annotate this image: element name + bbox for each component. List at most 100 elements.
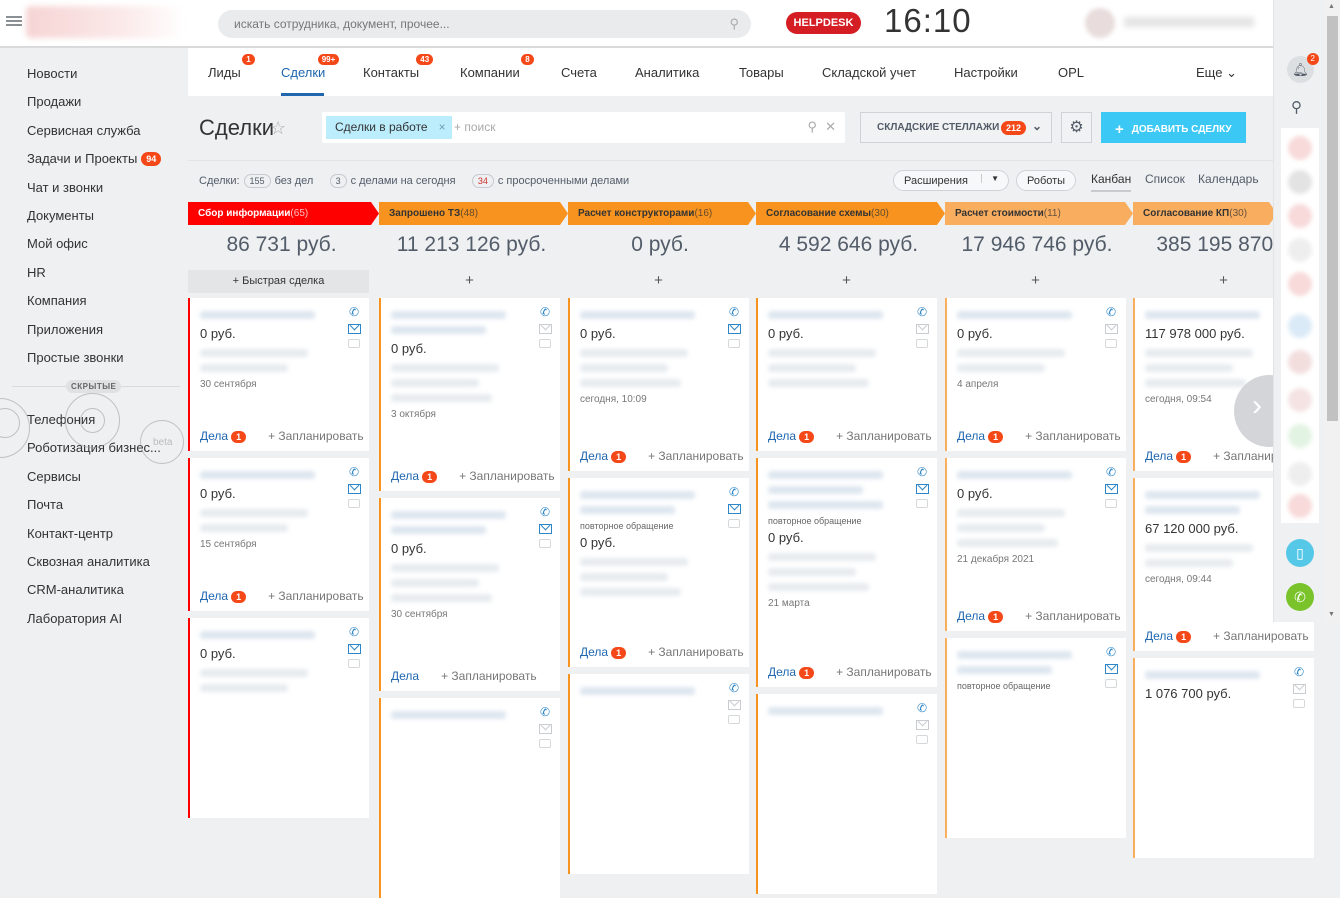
mail-icon[interactable] — [727, 700, 741, 710]
deal-card[interactable]: 0 руб. 4 апреля ✆ Дела 1 + Запланировать — [945, 298, 1126, 451]
chat-icon[interactable] — [728, 715, 740, 724]
card-title-blurred[interactable] — [1145, 491, 1260, 499]
card-title-blurred[interactable] — [957, 311, 1072, 319]
filter-search-input[interactable]: Сделки в работе × + поиск ⚲ ✕ — [322, 112, 845, 143]
card-title-blurred[interactable] — [391, 311, 506, 319]
mail-icon[interactable] — [538, 724, 552, 734]
quick-deal-button[interactable]: + — [756, 270, 937, 293]
phone-icon[interactable]: ✆ — [349, 466, 359, 479]
plan-activity-link[interactable]: + Запланировать — [1025, 429, 1121, 443]
chat-icon[interactable] — [916, 339, 928, 348]
star-icon[interactable]: ☆ — [270, 118, 286, 139]
sidebar-item[interactable]: CRM-аналитика — [27, 582, 124, 597]
sidebar-item[interactable]: Новости — [27, 66, 77, 81]
deal-card[interactable]: повторное обращение 0 руб. ✆ Дела 1 + Заплани… — [568, 478, 749, 667]
activities-link[interactable]: Дела — [391, 669, 419, 683]
activities-link[interactable]: Дела — [768, 665, 796, 679]
tab-4[interactable]: Счета — [561, 65, 597, 80]
chat-avatar[interactable] — [1288, 388, 1312, 412]
card-title-blurred[interactable] — [957, 651, 1072, 659]
chat-avatar[interactable] — [1288, 170, 1312, 194]
add-deal-button[interactable]: + ДОБАВИТЬ СДЕЛКУ — [1101, 112, 1246, 143]
tab-3[interactable]: Компании 8 — [460, 54, 534, 80]
plan-activity-link[interactable]: + Запланировать — [1025, 609, 1121, 623]
chat-icon[interactable] — [1105, 339, 1117, 348]
user-name[interactable] — [1124, 17, 1254, 27]
phone-icon[interactable]: ✆ — [1106, 306, 1116, 319]
activities-link[interactable]: Дела — [957, 429, 985, 443]
card-title-blurred[interactable] — [391, 711, 506, 719]
plan-activity-link[interactable]: + Запланировать — [459, 469, 555, 483]
chat-icon[interactable] — [1105, 679, 1117, 688]
activities-link[interactable]: Дела — [1145, 449, 1173, 463]
sidebar-item[interactable]: Почта — [27, 497, 63, 512]
sidebar-item[interactable]: Лаборатория AI — [27, 611, 122, 626]
sidebar-item[interactable]: Сервисная служба — [27, 123, 141, 138]
sidebar-item[interactable]: Мой офис — [27, 236, 88, 251]
close-icon[interactable]: × — [439, 120, 446, 134]
chat-icon[interactable] — [348, 339, 360, 348]
mail-icon[interactable] — [538, 324, 552, 334]
phone-icon[interactable]: ✆ — [540, 506, 550, 519]
card-title-blurred[interactable] — [768, 501, 883, 509]
extensions-button[interactable]: Расширения ▼ — [893, 170, 1009, 191]
sidebar-item[interactable]: HR — [27, 265, 46, 280]
mail-icon[interactable] — [915, 720, 929, 730]
phone-icon[interactable]: ✆ — [349, 306, 359, 319]
mail-icon[interactable] — [915, 324, 929, 334]
phone-icon[interactable]: ✆ — [1106, 466, 1116, 479]
mail-icon[interactable] — [347, 324, 361, 334]
view-kanban[interactable]: Канбан — [1091, 172, 1132, 192]
activities-link[interactable]: Дела — [957, 609, 985, 623]
sidebar-item[interactable]: Простые звонки — [27, 350, 124, 365]
card-title-blurred[interactable] — [768, 471, 883, 479]
chat-avatar[interactable] — [1288, 136, 1312, 160]
deal-card[interactable]: 0 руб. ✆ Дела 1 + Запланировать — [756, 298, 937, 451]
mail-icon[interactable] — [727, 324, 741, 334]
phone-icon[interactable]: ✆ — [540, 306, 550, 319]
mail-icon[interactable] — [1292, 684, 1306, 694]
stage-header[interactable]: Расчет стоимости(11) — [945, 202, 1133, 225]
mobile-app-button[interactable]: ▯ — [1286, 539, 1314, 567]
chat-icon[interactable] — [348, 499, 360, 508]
chat-avatar[interactable] — [1288, 462, 1312, 486]
phone-icon[interactable]: ✆ — [917, 306, 927, 319]
phone-icon[interactable]: ✆ — [729, 306, 739, 319]
mail-icon[interactable] — [347, 644, 361, 654]
search-icon[interactable]: ⚲ — [1291, 98, 1302, 116]
tab-2[interactable]: Контакты 43 — [363, 54, 434, 80]
stage-header[interactable]: Расчет конструкторами(16) — [568, 202, 756, 225]
robots-button[interactable]: Роботы — [1016, 170, 1077, 191]
chat-icon[interactable] — [916, 499, 928, 508]
card-title-blurred[interactable] — [200, 631, 315, 639]
activities-link[interactable]: Дела — [580, 449, 608, 463]
phone-icon[interactable]: ✆ — [349, 626, 359, 639]
notifications-button[interactable]: 🔔︎ 2 — [1287, 53, 1319, 83]
no-tasks-count[interactable]: 155 — [243, 174, 271, 188]
deal-card[interactable]: 0 руб. 30 сентября ✆ Дела + Запланировать — [379, 498, 560, 691]
phone-icon[interactable]: ✆ — [729, 682, 739, 695]
deal-card[interactable]: повторное обращение ✆ — [945, 638, 1126, 838]
tab-9[interactable]: OPL — [1058, 65, 1084, 80]
chat-icon[interactable] — [539, 339, 551, 348]
chat-avatar[interactable] — [1288, 238, 1312, 262]
stage-header[interactable]: Сбор информации(65) — [188, 202, 379, 225]
phone-icon[interactable]: ✆ — [540, 706, 550, 719]
chat-icon[interactable] — [916, 735, 928, 744]
scrollbar-thumb[interactable] — [1327, 16, 1338, 421]
chat-avatar[interactable] — [1288, 350, 1312, 374]
activities-link[interactable]: Дела — [1145, 629, 1173, 643]
scroll-down-icon[interactable]: ▼ — [1328, 611, 1335, 618]
card-title-blurred[interactable] — [580, 506, 675, 514]
quick-deal-button[interactable]: + — [945, 270, 1126, 293]
deal-card[interactable]: 0 руб. 21 декабря 2021 ✆ Дела 1 + Запланирова… — [945, 458, 1126, 631]
chat-icon[interactable] — [1105, 499, 1117, 508]
card-title-blurred[interactable] — [1145, 671, 1260, 679]
tab-10[interactable]: Еще ⌄ — [1196, 65, 1237, 81]
card-title-blurred[interactable] — [957, 666, 1052, 674]
card-title-blurred[interactable] — [580, 311, 695, 319]
activities-link[interactable]: Дела — [200, 589, 228, 603]
tab-1[interactable]: Сделки 99+ — [281, 54, 340, 80]
overdue-count[interactable]: 34 — [471, 174, 494, 188]
deal-card[interactable]: 0 руб. 15 сентября ✆ Дела 1 + Запланировать — [188, 458, 369, 611]
